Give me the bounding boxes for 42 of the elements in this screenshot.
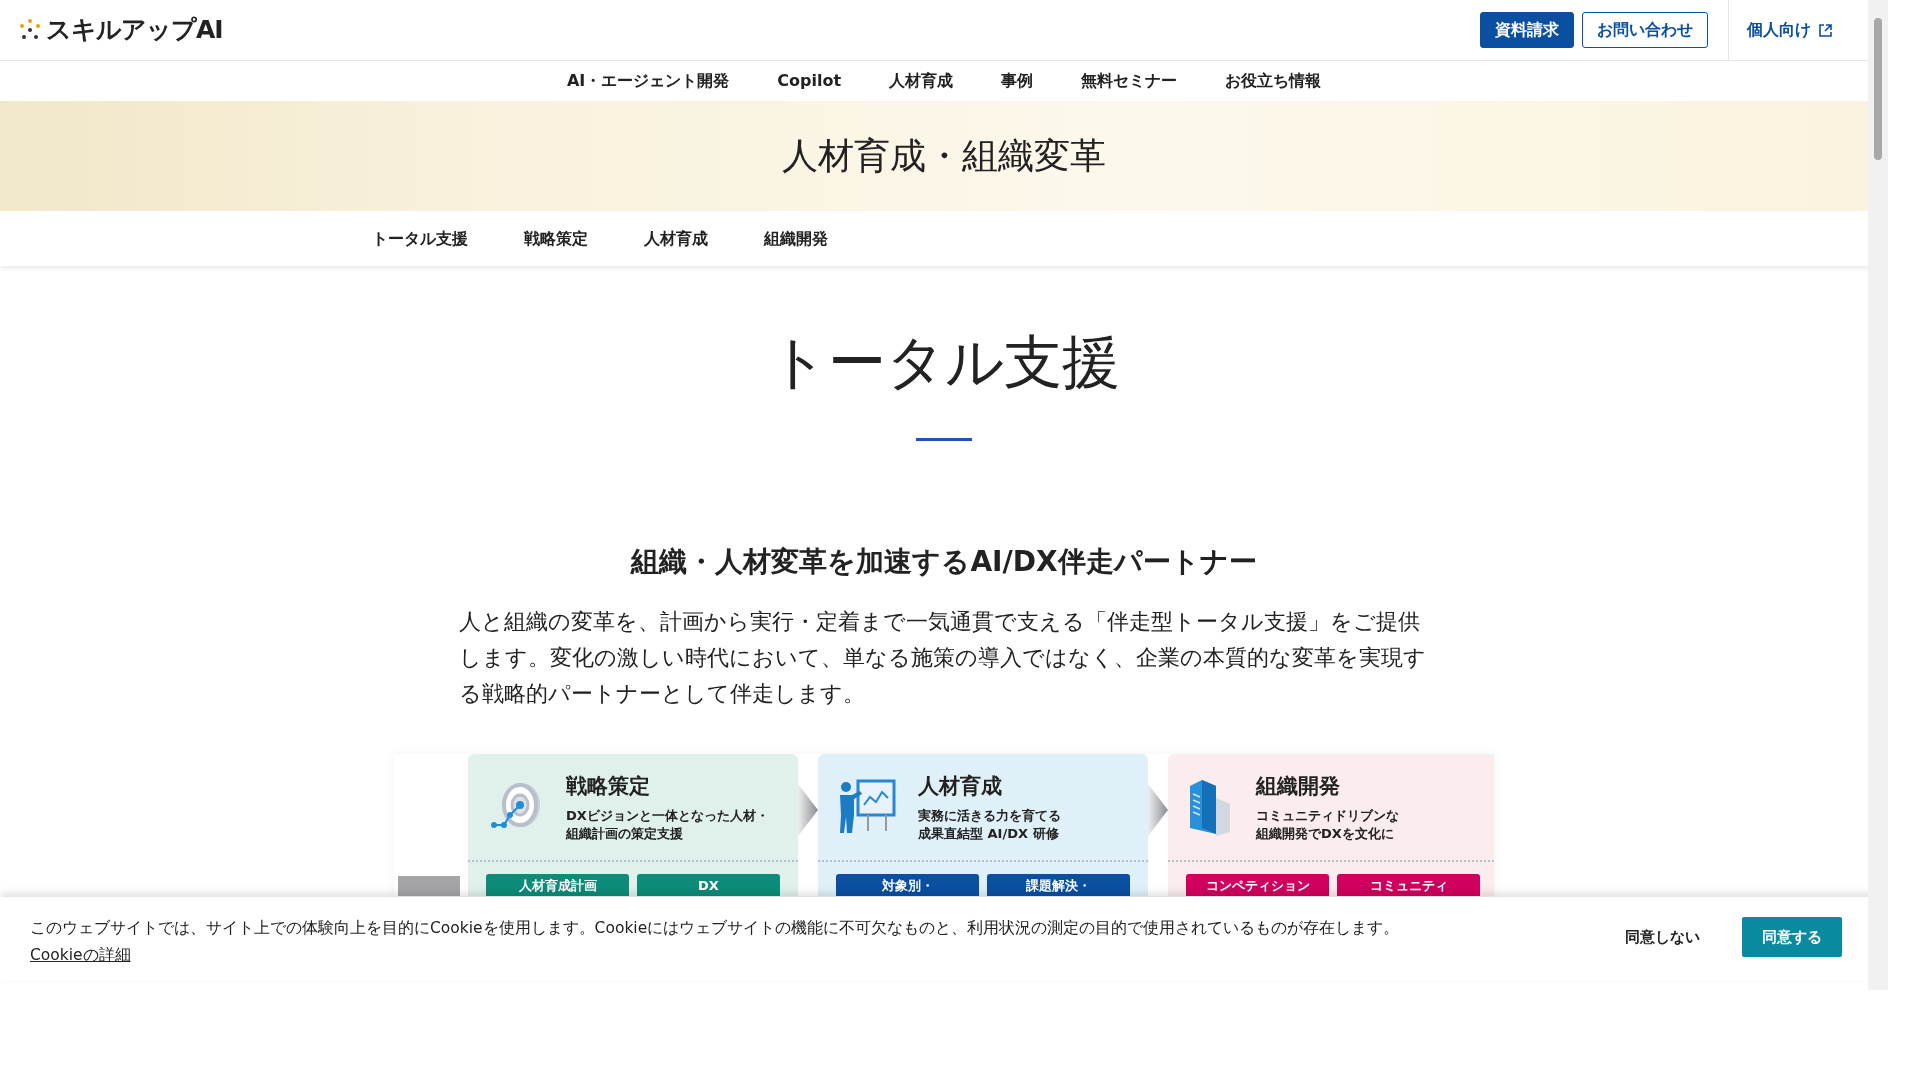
section-title: トータル支援 xyxy=(767,328,1121,398)
card-description-line: 実務に活きる力を育てる xyxy=(918,806,1061,825)
service-button[interactable]: コンペティション xyxy=(1186,874,1329,897)
service-button[interactable]: 人材育成計画 xyxy=(486,874,629,897)
nav-link[interactable]: 事例 xyxy=(1001,69,1034,93)
section-subtitle: 組織・人材変革を加速するAI/DX伴走パートナー xyxy=(629,544,1258,579)
accept-button[interactable]: 同意する xyxy=(1742,917,1842,957)
nav-link[interactable]: Copilot xyxy=(777,69,842,93)
cookie-notice-text: このウェブサイトでは、サイト上での体験向上を目的にCookieを使用します。Cookieにはウェブサイトの機能に不可欠なものと、利用状況の測定の目的で使用されているものが存在します。 xyxy=(30,918,1400,939)
header-button[interactable]: 資料請求 xyxy=(1480,12,1574,48)
service-button[interactable]: コミュニティ xyxy=(1337,874,1480,897)
lead-paragraph: 人と組織の変革を、計画から実行・定着まで一気通貫で支える「伴走型トータル支援」をご提供します。変化の激しい時代において、単なる施策の導入ではなく、企業の本質的な変革を実現する戦略的パートナーとして伴走します。 xyxy=(459,608,1427,709)
service-button[interactable]: 課題解決・ xyxy=(987,874,1130,897)
logo-text[interactable]: スキルアップAI xyxy=(46,11,223,49)
nav-link[interactable]: 人材育成 xyxy=(889,69,954,93)
card-title: 人材育成 xyxy=(918,773,1003,801)
presenter-icon xyxy=(838,779,896,836)
header-button[interactable]: お問い合わせ xyxy=(1582,12,1708,48)
card-description-line: コミュニティドリブンな xyxy=(1256,806,1399,825)
title-underline xyxy=(916,437,972,441)
service-button[interactable]: DX xyxy=(637,874,780,897)
nav-link[interactable]: AI・エージェント開発 xyxy=(566,69,730,93)
service-button[interactable]: 対象別・ xyxy=(836,874,979,897)
arrow-icon xyxy=(798,784,818,837)
nav-link[interactable]: 無料セミナー xyxy=(1081,69,1178,93)
nav-link[interactable]: お役立ち情報 xyxy=(1225,69,1322,93)
card-description-line: 組織開発でDXを文化に xyxy=(1256,824,1395,843)
card-description-line: 組織計画の策定支援 xyxy=(566,824,684,843)
card-title: 組織開発 xyxy=(1256,773,1341,801)
card-description-line: DXビジョンと一体となった人材・ xyxy=(566,806,769,825)
card-description-line: 成果直結型 AI/DX 研修 xyxy=(918,824,1060,843)
banner-title: 人材育成・組織変革 xyxy=(782,134,1106,178)
subnav-link[interactable]: 人材育成 xyxy=(644,226,708,251)
card-title: 戦略策定 xyxy=(566,773,651,801)
subnav-link[interactable]: 組織開発 xyxy=(764,226,828,251)
logo-icon[interactable] xyxy=(18,18,42,42)
arrow-icon xyxy=(1148,784,1168,837)
subnav-link[interactable]: トータル支援 xyxy=(372,226,468,251)
subnav-link[interactable]: 戦略策定 xyxy=(524,226,588,251)
external-link-icon xyxy=(1819,23,1832,37)
scrollbar-thumb[interactable] xyxy=(1874,18,1882,160)
cookie-details-link[interactable]: Cookieの詳細 xyxy=(30,944,131,968)
